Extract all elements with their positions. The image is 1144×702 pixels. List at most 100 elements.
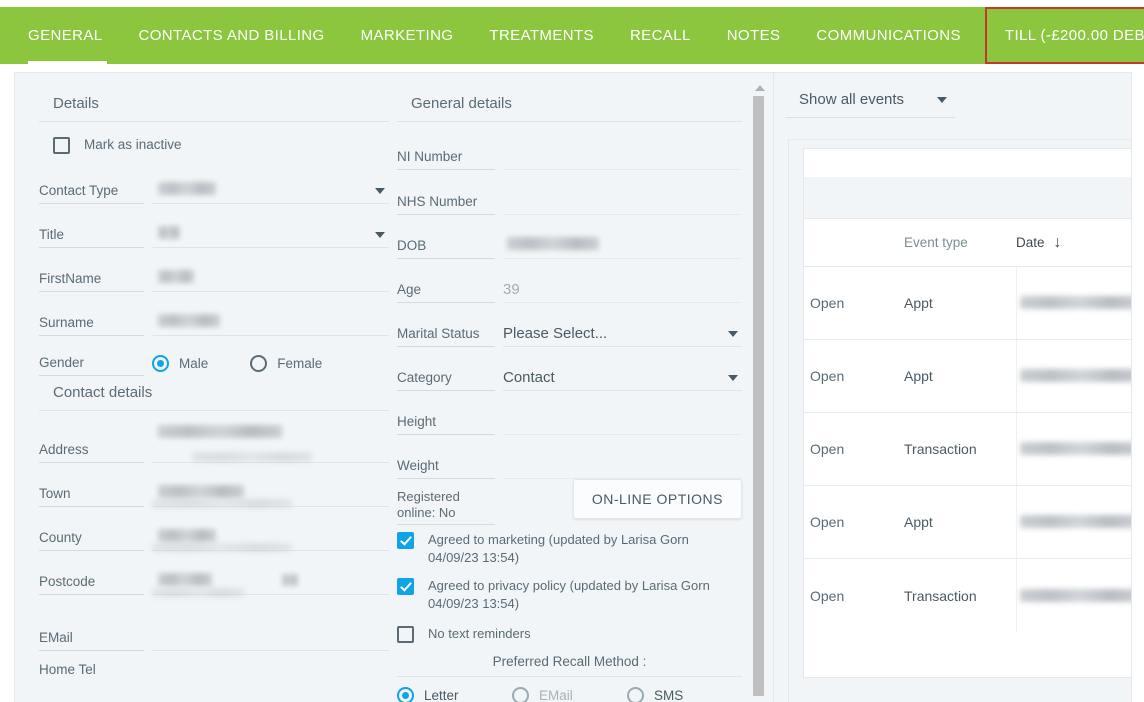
email-input[interactable] <box>152 603 389 651</box>
tab-recall[interactable]: RECALL <box>612 7 709 64</box>
chevron-down-icon[interactable] <box>728 375 738 381</box>
redacted-value <box>158 425 282 438</box>
field-postcode[interactable]: Postcode <box>39 551 389 596</box>
chevron-down-icon[interactable] <box>728 331 738 337</box>
redacted-value <box>152 544 292 551</box>
field-label: Home Tel <box>39 662 96 677</box>
field-marital-status[interactable]: Marital Status Please Select... <box>397 303 742 347</box>
recall-letter-radio[interactable] <box>397 687 414 702</box>
consent-privacy-checkbox[interactable] <box>397 578 414 595</box>
field-contact-type[interactable]: Contact Type <box>39 160 389 204</box>
chevron-down-icon[interactable] <box>937 96 947 103</box>
field-nhs-number[interactable]: NHS Number <box>397 170 742 215</box>
title-input[interactable] <box>152 218 389 248</box>
firstname-input[interactable] <box>152 262 389 292</box>
field-label: Contact Type <box>39 183 144 204</box>
grid-toolbar <box>804 149 1131 177</box>
open-link[interactable]: Open <box>804 295 904 311</box>
tab-notes[interactable]: NOTES <box>709 7 799 64</box>
events-grid: Event type Date ↓ Open Appt Open Appt Op… <box>803 148 1131 678</box>
chevron-down-icon[interactable] <box>375 188 385 194</box>
open-link[interactable]: Open <box>804 514 904 530</box>
mark-inactive-row[interactable]: Mark as inactive <box>39 122 389 160</box>
marital-status-select[interactable]: Please Select... <box>503 317 742 347</box>
field-label: DOB <box>397 238 495 259</box>
gender-option-female[interactable]: Female <box>250 355 322 372</box>
chevron-down-icon[interactable] <box>375 232 385 238</box>
gender-female-label: Female <box>277 356 323 371</box>
recall-sms-radio[interactable] <box>627 687 644 702</box>
height-input[interactable] <box>503 405 742 435</box>
open-link[interactable]: Open <box>804 588 904 604</box>
on-line-options-button[interactable]: ON-LINE OPTIONS <box>572 479 742 519</box>
home-tel-input[interactable] <box>152 651 389 677</box>
field-address[interactable]: Address <box>39 411 389 463</box>
table-row[interactable]: Open Appt <box>804 267 1131 340</box>
field-label: Weight <box>397 458 495 479</box>
mark-inactive-checkbox[interactable] <box>53 137 70 154</box>
county-input[interactable] <box>152 521 389 551</box>
tab-treatments[interactable]: TREATMENTS <box>471 7 612 64</box>
table-row[interactable]: Open Transaction <box>804 413 1131 486</box>
redacted-value <box>1020 515 1131 528</box>
recall-option-email[interactable]: EMail <box>512 687 627 702</box>
gender-female-radio[interactable] <box>250 355 268 372</box>
field-county[interactable]: County <box>39 507 389 551</box>
weight-input[interactable] <box>503 449 742 479</box>
table-row[interactable]: Open Appt <box>804 340 1131 413</box>
redacted-value <box>158 270 194 283</box>
gender-option-male[interactable]: Male <box>152 355 208 372</box>
field-ni-number[interactable]: NI Number <box>397 122 742 170</box>
redacted-value <box>158 314 220 327</box>
recall-option-letter[interactable]: Letter <box>397 687 512 702</box>
field-category[interactable]: Category Contact <box>397 347 742 391</box>
category-select[interactable]: Contact <box>503 361 742 391</box>
tab-contacts-and-billing[interactable]: CONTACTS AND BILLING <box>121 7 343 64</box>
event-date-cell <box>1016 340 1131 412</box>
surname-input[interactable] <box>152 306 389 336</box>
table-row[interactable]: Open Appt <box>804 486 1131 559</box>
field-title[interactable]: Title <box>39 204 389 248</box>
scrollbar-thumb[interactable] <box>753 96 764 696</box>
sort-desc-arrow-icon[interactable]: ↓ <box>1054 234 1062 251</box>
tab-label: RECALL <box>629 27 691 44</box>
grid-header-date[interactable]: Date ↓ <box>1016 234 1062 251</box>
open-link[interactable]: Open <box>804 368 904 384</box>
address-input[interactable] <box>152 417 389 463</box>
consent-marketing-row[interactable]: Agreed to marketing (updated by Larisa G… <box>397 525 742 571</box>
tab-communications[interactable]: COMMUNICATIONS <box>798 7 978 64</box>
show-all-events-select[interactable]: Show all events <box>785 81 955 118</box>
grid-filter-row[interactable] <box>804 177 1131 219</box>
scroll-up-arrow-icon[interactable] <box>755 85 765 91</box>
consent-privacy-row[interactable]: Agreed to privacy policy (updated by Lar… <box>397 571 742 617</box>
field-email[interactable]: EMail <box>39 595 389 651</box>
event-type-cell: Appt <box>904 368 933 384</box>
tab-till[interactable]: TILL (-£200.00 DEBIT) <box>984 7 1144 64</box>
no-text-reminders-row[interactable]: No text reminders <box>397 617 742 647</box>
field-home-tel[interactable]: Home Tel <box>39 651 389 677</box>
recall-email-radio[interactable] <box>512 687 529 702</box>
ni-number-input[interactable] <box>503 130 742 170</box>
postcode-input[interactable] <box>152 565 389 596</box>
table-row[interactable]: Open Transaction <box>804 559 1131 632</box>
town-input[interactable] <box>152 477 389 507</box>
field-firstname[interactable]: FirstName <box>39 248 389 292</box>
field-label: Category <box>397 370 495 391</box>
open-link[interactable]: Open <box>804 441 904 457</box>
grid-header-event-type[interactable]: Event type <box>904 235 1016 250</box>
tab-marketing[interactable]: MARKETING <box>343 7 472 64</box>
recall-option-sms[interactable]: SMS <box>627 687 742 702</box>
dob-input[interactable] <box>503 229 742 259</box>
field-height[interactable]: Height <box>397 391 742 435</box>
vertical-scrollbar[interactable] <box>751 83 767 701</box>
tab-general[interactable]: GENERAL <box>14 7 121 64</box>
field-surname[interactable]: Surname <box>39 292 389 336</box>
consent-marketing-checkbox[interactable] <box>397 532 414 549</box>
field-weight[interactable]: Weight <box>397 435 742 479</box>
contact-type-input[interactable] <box>152 174 389 204</box>
nhs-number-input[interactable] <box>503 177 742 215</box>
gender-male-radio[interactable] <box>152 355 169 372</box>
field-town[interactable]: Town <box>39 463 389 507</box>
no-text-reminders-checkbox[interactable] <box>397 626 414 643</box>
field-dob[interactable]: DOB <box>397 215 742 259</box>
